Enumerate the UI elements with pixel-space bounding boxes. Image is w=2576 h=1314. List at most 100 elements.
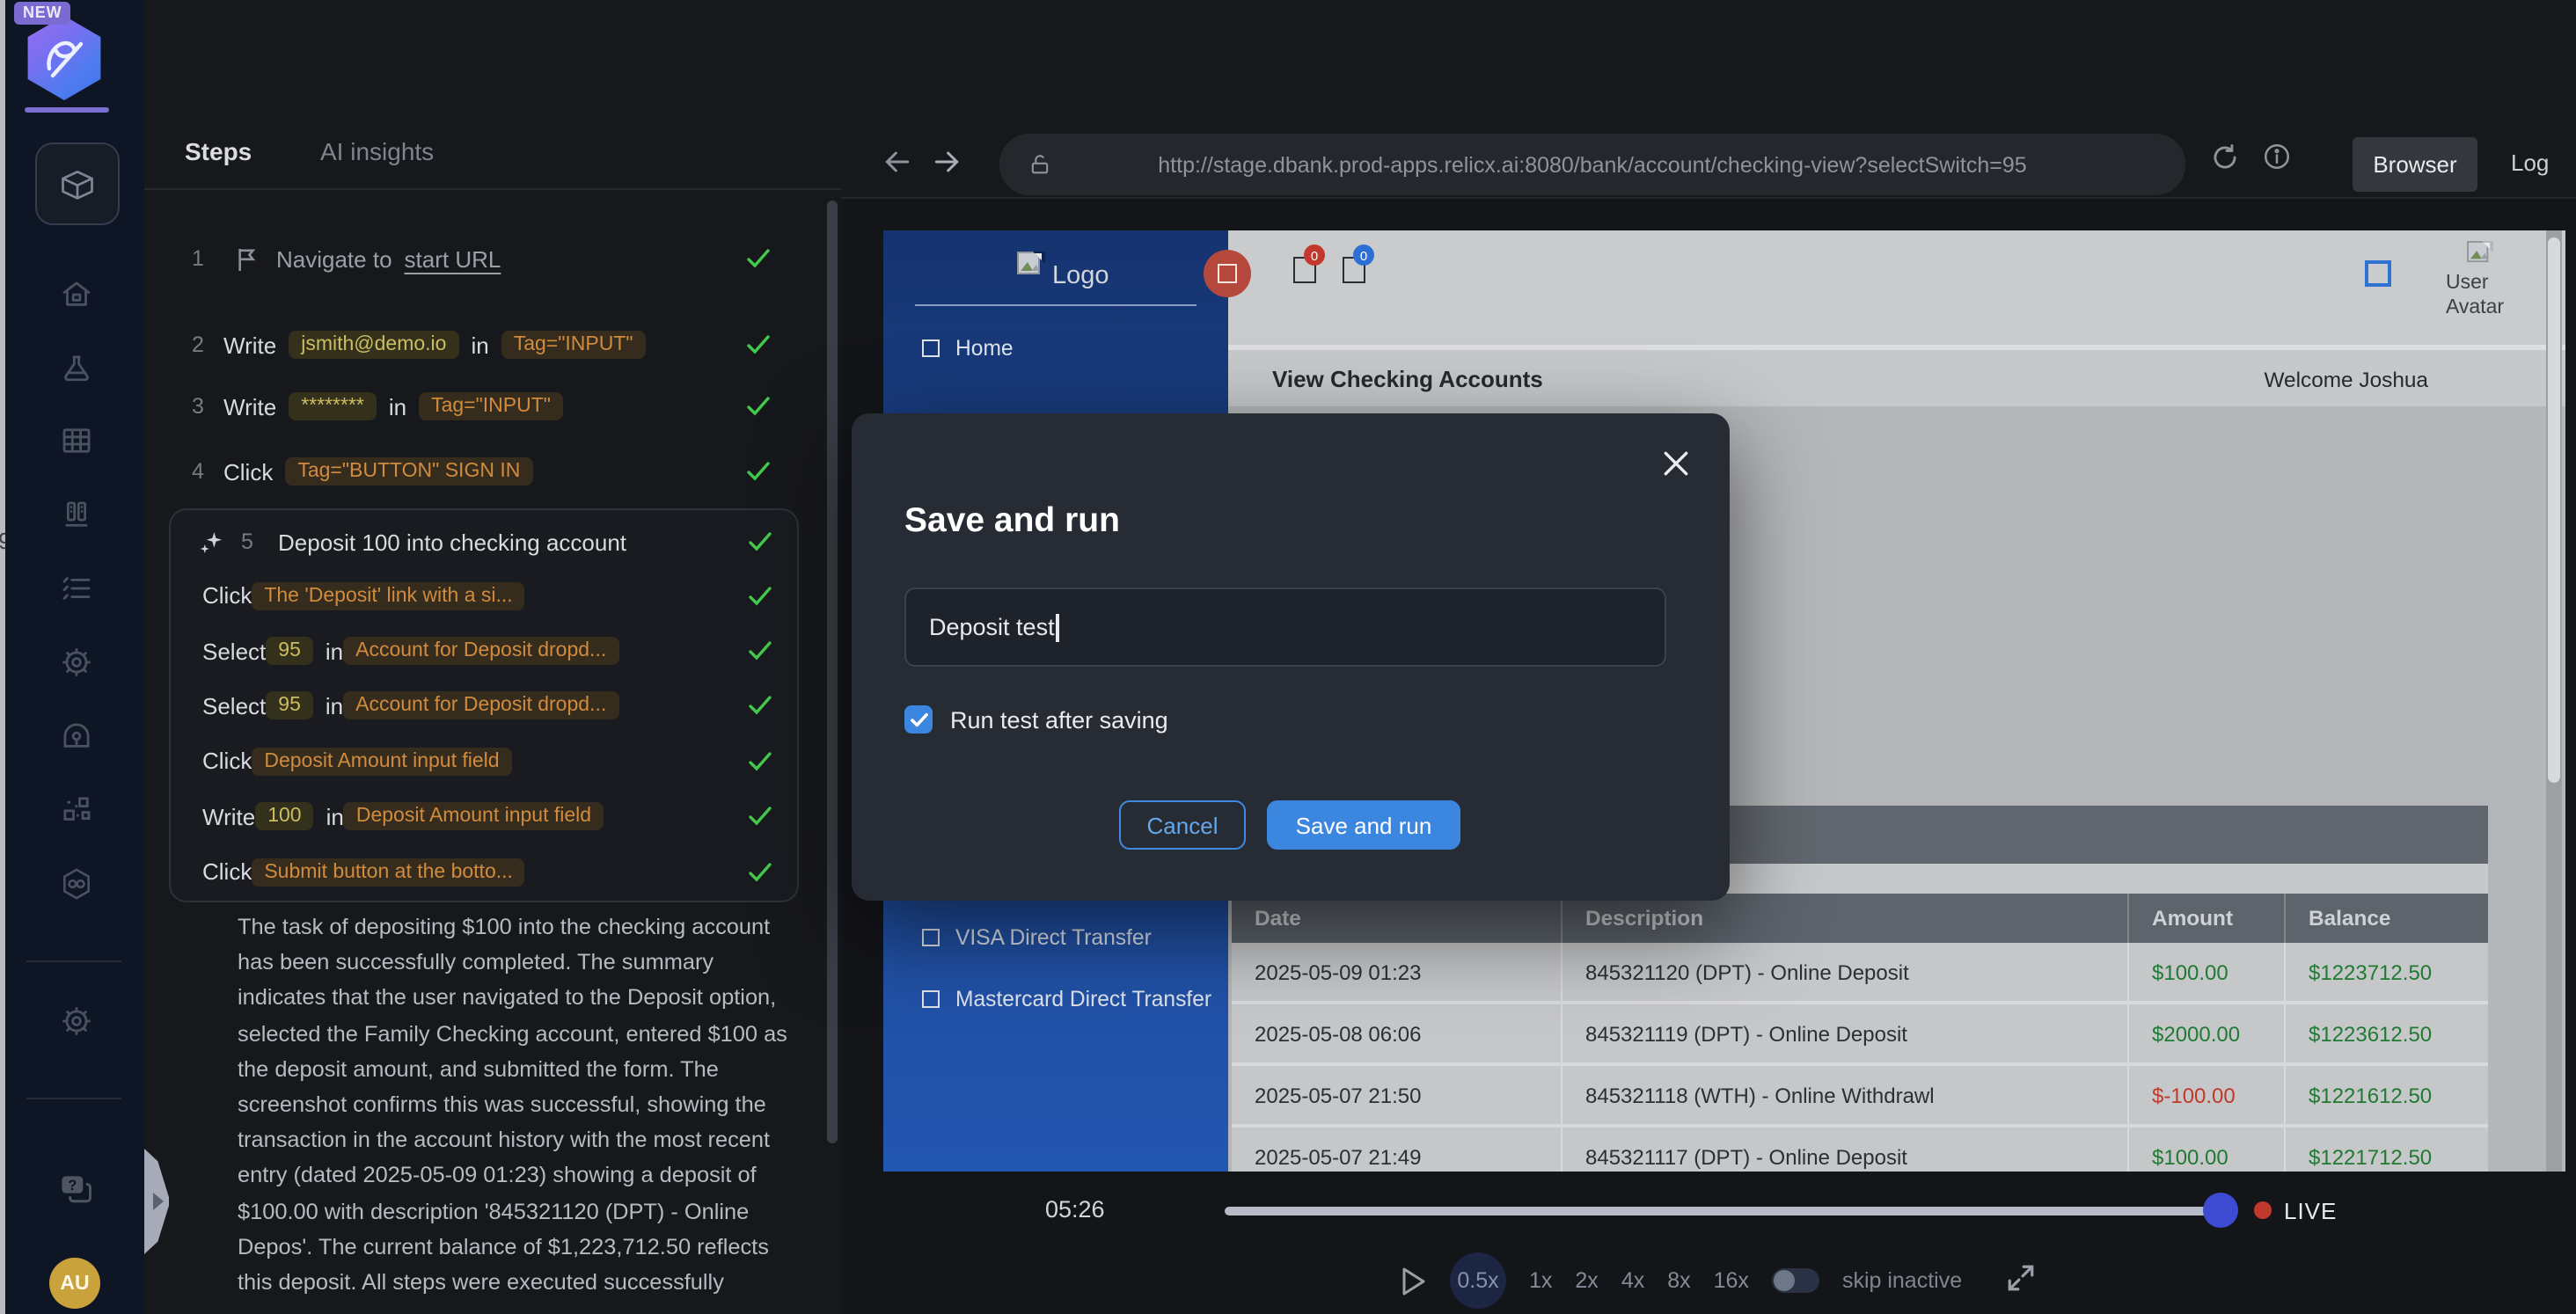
- table-row[interactable]: 2025-05-07 21:49845321117 (DPT) - Online…: [1232, 1128, 2488, 1172]
- step-row[interactable]: 2Writejsmith@demo.ioinTag="INPUT": [144, 324, 841, 366]
- modal-close-button[interactable]: [1661, 449, 1691, 487]
- value-chip[interactable]: 95: [266, 637, 313, 665]
- playback-thumb[interactable]: [2203, 1193, 2238, 1228]
- cell-description: 845321119 (DPT) - Online Deposit: [1561, 1004, 2127, 1062]
- tab-browser[interactable]: Browser: [2353, 137, 2477, 192]
- speed-4x[interactable]: 4x: [1621, 1268, 1644, 1293]
- rail-item-suites[interactable]: [56, 494, 95, 533]
- observe-session-icon: [57, 717, 94, 754]
- columns-icon: [57, 495, 94, 532]
- selector-chip[interactable]: Tag="INPUT": [501, 331, 646, 359]
- substep-row[interactable]: ClickDeposit Amount input field: [171, 734, 797, 789]
- help-chat-icon: ?: [56, 1170, 95, 1208]
- step-text: in: [326, 693, 343, 719]
- selector-chip[interactable]: The 'Deposit' link with a si...: [252, 581, 524, 610]
- selector-chip[interactable]: Deposit Amount input field: [344, 803, 604, 831]
- substep-row[interactable]: Select95inAccount for Deposit dropd...: [171, 679, 797, 734]
- value-chip[interactable]: 100: [255, 803, 313, 831]
- value-chip[interactable]: ********: [289, 392, 377, 420]
- broken-image-icon: [1218, 264, 1237, 283]
- steps-scrollbar[interactable]: [827, 201, 838, 1143]
- bank-profile-avatar[interactable]: [1204, 250, 1251, 297]
- bank-header-icon[interactable]: [2365, 260, 2391, 287]
- run-after-saving-checkbox[interactable]: [904, 705, 933, 734]
- rail-item-package-active[interactable]: [35, 142, 120, 225]
- tab-log[interactable]: Log: [2511, 150, 2549, 176]
- playback-time: 05:26: [1045, 1196, 1105, 1223]
- speed-16x[interactable]: 16x: [1714, 1268, 1749, 1293]
- passed-check-icon: [746, 248, 771, 269]
- refresh-button[interactable]: [2208, 141, 2242, 183]
- rail-item-help[interactable]: ?: [56, 1170, 95, 1208]
- speed-2x[interactable]: 2x: [1575, 1268, 1598, 1293]
- step-text: in: [326, 804, 344, 830]
- rail-item-settings[interactable]: [56, 642, 95, 681]
- bank-nav-mastercard-transfer[interactable]: Mastercard Direct Transfer: [883, 980, 1228, 1018]
- user-avatar[interactable]: AU: [49, 1258, 100, 1309]
- cancel-button[interactable]: Cancel: [1119, 800, 1246, 850]
- tab-ai-insights[interactable]: AI insights: [320, 137, 434, 165]
- bank-nav-visa-transfer[interactable]: VISA Direct Transfer: [883, 918, 1228, 957]
- speed-8x[interactable]: 8x: [1667, 1268, 1690, 1293]
- rail-item-lab[interactable]: [56, 348, 95, 387]
- app-logo-icon[interactable]: [25, 16, 104, 100]
- bank-heading-row: View Checking Accounts Welcome Joshua: [1228, 350, 2565, 406]
- value-chip[interactable]: jsmith@demo.io: [289, 331, 458, 359]
- step-row[interactable]: 4ClickTag="BUTTON" SIGN IN: [144, 450, 841, 493]
- home-icon: [57, 275, 94, 312]
- bank-user-avatar-broken[interactable]: User Avatar: [2446, 241, 2516, 339]
- substep-row[interactable]: Select95inAccount for Deposit dropd...: [171, 624, 797, 679]
- value-chip[interactable]: 95: [266, 692, 313, 720]
- play-button[interactable]: [1401, 1266, 1427, 1296]
- rail-item-integrations[interactable]: [56, 790, 95, 829]
- selector-chip[interactable]: Submit button at the botto...: [252, 858, 525, 886]
- scrollbar-thumb[interactable]: [2548, 237, 2560, 783]
- step-text: in: [389, 393, 406, 420]
- rail-item-observe[interactable]: [56, 716, 95, 755]
- test-name-input[interactable]: Deposit test: [904, 588, 1666, 667]
- rail-item-data-table[interactable]: [56, 420, 95, 459]
- step-group-5[interactable]: 5Deposit 100 into checking accountClickT…: [169, 508, 799, 902]
- column-header[interactable]: Balance: [2284, 894, 2488, 943]
- selector-chip[interactable]: Account for Deposit dropd...: [343, 637, 618, 665]
- rail-item-automation[interactable]: [56, 864, 95, 902]
- live-label: LIVE: [2284, 1198, 2337, 1224]
- selector-chip[interactable]: Tag="INPUT": [419, 392, 563, 420]
- table-row[interactable]: 2025-05-07 21:50845321118 (WTH) - Online…: [1232, 1066, 2488, 1128]
- column-header[interactable]: Amount: [2127, 894, 2284, 943]
- column-header[interactable]: Description: [1561, 894, 2127, 943]
- step-group-header[interactable]: 5Deposit 100 into checking account: [171, 519, 797, 565]
- rail-item-settings-bottom[interactable]: [56, 1001, 95, 1040]
- broken-image-icon: [1017, 252, 1045, 276]
- table-row[interactable]: 2025-05-09 01:23845321120 (DPT) - Online…: [1232, 943, 2488, 1004]
- skip-inactive-toggle[interactable]: [1772, 1268, 1819, 1293]
- substep-row[interactable]: ClickSubmit button at the botto...: [171, 844, 797, 900]
- step-row[interactable]: 1Navigate tostart URL: [144, 237, 841, 280]
- expand-button[interactable]: [2006, 1263, 2036, 1302]
- back-button[interactable]: [880, 144, 915, 188]
- speed-0.5x[interactable]: 0.5x: [1450, 1252, 1506, 1309]
- substep-row[interactable]: Write100inDeposit Amount input field: [171, 789, 797, 844]
- substep-row[interactable]: ClickThe 'Deposit' link with a si...: [171, 568, 797, 624]
- save-and-run-button[interactable]: Save and run: [1267, 800, 1460, 850]
- selector-chip[interactable]: Account for Deposit dropd...: [343, 692, 618, 720]
- rail-item-list[interactable]: [56, 568, 95, 607]
- tab-steps[interactable]: Steps: [185, 137, 252, 165]
- speed-1x[interactable]: 1x: [1529, 1268, 1552, 1293]
- info-button[interactable]: [2261, 141, 2293, 181]
- url-bar[interactable]: http://stage.dbank.prod-apps.relicx.ai:8…: [999, 134, 2185, 195]
- url-text[interactable]: http://stage.dbank.prod-apps.relicx.ai:8…: [1052, 152, 2185, 177]
- column-header[interactable]: Date: [1232, 894, 1561, 943]
- forward-button[interactable]: [929, 144, 964, 188]
- selector-chip[interactable]: Tag="BUTTON" SIGN IN: [285, 457, 532, 485]
- bank-notification-1[interactable]: 0: [1293, 257, 1316, 283]
- bank-nav-home[interactable]: Home: [883, 329, 1228, 368]
- selector-chip[interactable]: Deposit Amount input field: [252, 748, 511, 776]
- bank-notification-2[interactable]: 0: [1343, 257, 1365, 283]
- step-row[interactable]: 3Write********inTag="INPUT": [144, 385, 841, 427]
- bank-scrollbar[interactable]: [2546, 230, 2562, 1172]
- table-row[interactable]: 2025-05-08 06:06845321119 (DPT) - Online…: [1232, 1004, 2488, 1066]
- playback-track[interactable]: [1225, 1207, 2210, 1215]
- rail-item-home[interactable]: [56, 274, 95, 313]
- step-link[interactable]: start URL: [405, 245, 501, 272]
